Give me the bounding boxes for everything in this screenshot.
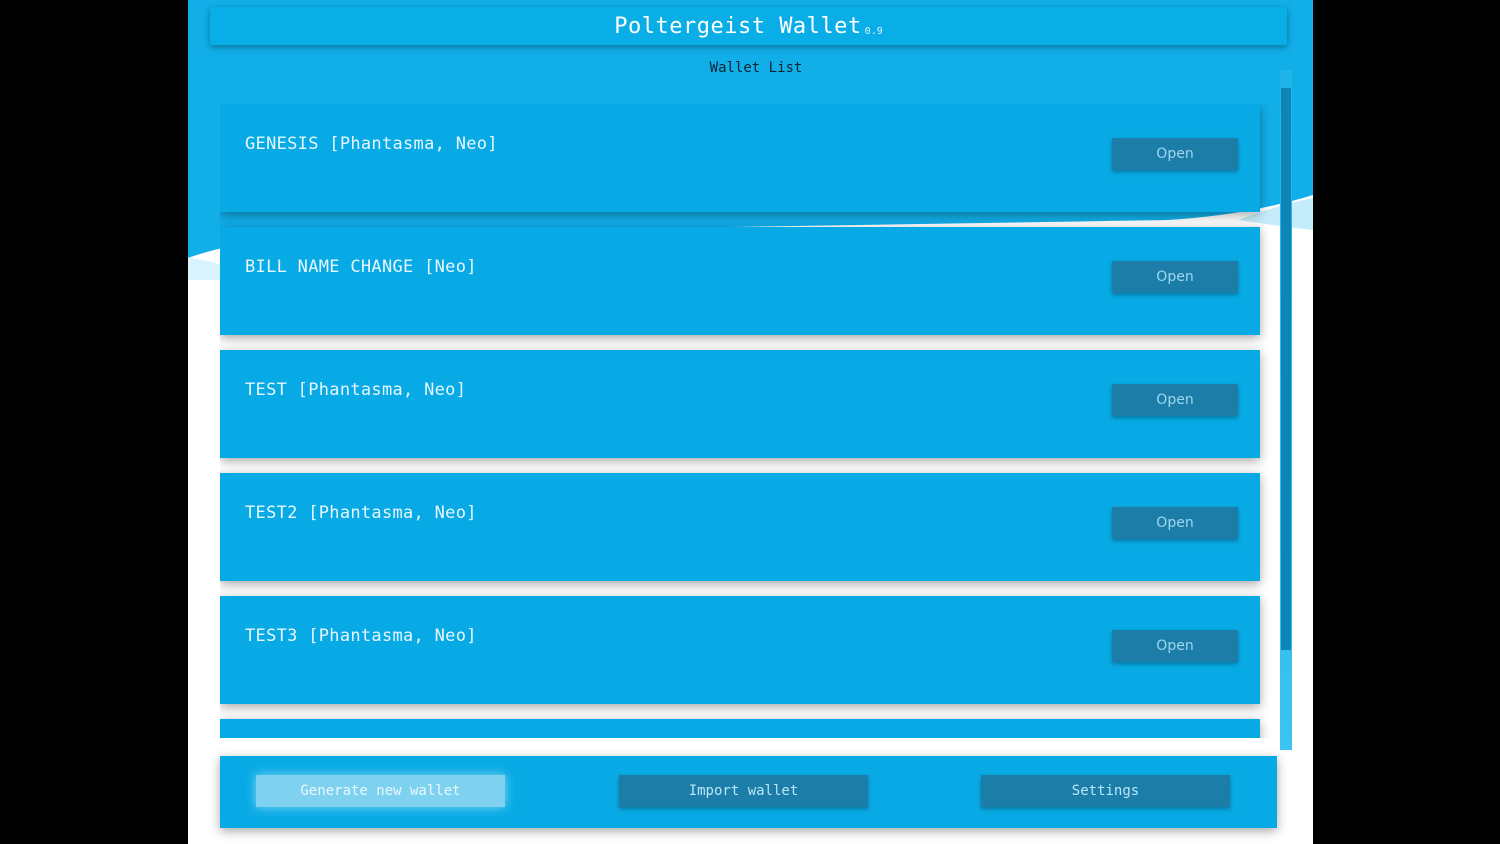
app-window: Poltergeist Wallet 0.9 Wallet List GENES… [188,0,1313,844]
wallet-name: BILL NAME CHANGE [Neo] [245,257,477,277]
wallet-name: TEST3 [Phantasma, Neo] [245,626,477,646]
scrollbar-thumb[interactable] [1281,88,1291,650]
footer-toolbar: Generate new wallet Import wallet Settin… [220,756,1277,828]
wallet-list: GENESIS [Phantasma, Neo] Open BILL NAME … [220,104,1270,738]
wallet-card: BILL NAME CHANGE [Neo] Open [220,227,1260,335]
open-wallet-button[interactable]: Open [1112,507,1238,539]
wallet-name: TEST [Phantasma, Neo] [245,380,467,400]
settings-button[interactable]: Settings [981,775,1230,807]
wallet-card: GENESIS [Phantasma, Neo] Open [220,104,1260,212]
app-version: 0.9 [864,25,883,37]
wallet-card-partial [220,719,1260,738]
generate-wallet-button[interactable]: Generate new wallet [256,775,505,807]
wallet-card: TEST [Phantasma, Neo] Open [220,350,1260,458]
open-wallet-button[interactable]: Open [1112,384,1238,416]
app-title: Poltergeist Wallet [614,13,862,39]
open-wallet-button[interactable]: Open [1112,138,1238,170]
open-wallet-button[interactable]: Open [1112,630,1238,662]
open-wallet-button[interactable]: Open [1112,261,1238,293]
wallet-card: TEST3 [Phantasma, Neo] Open [220,596,1260,704]
title-bar: Poltergeist Wallet 0.9 [210,7,1287,45]
wallet-name: TEST2 [Phantasma, Neo] [245,503,477,523]
wallet-card: TEST2 [Phantasma, Neo] Open [220,473,1260,581]
import-wallet-button[interactable]: Import wallet [619,775,868,807]
page-subtitle: Wallet List [709,60,803,76]
wallet-name: GENESIS [Phantasma, Neo] [245,134,498,154]
